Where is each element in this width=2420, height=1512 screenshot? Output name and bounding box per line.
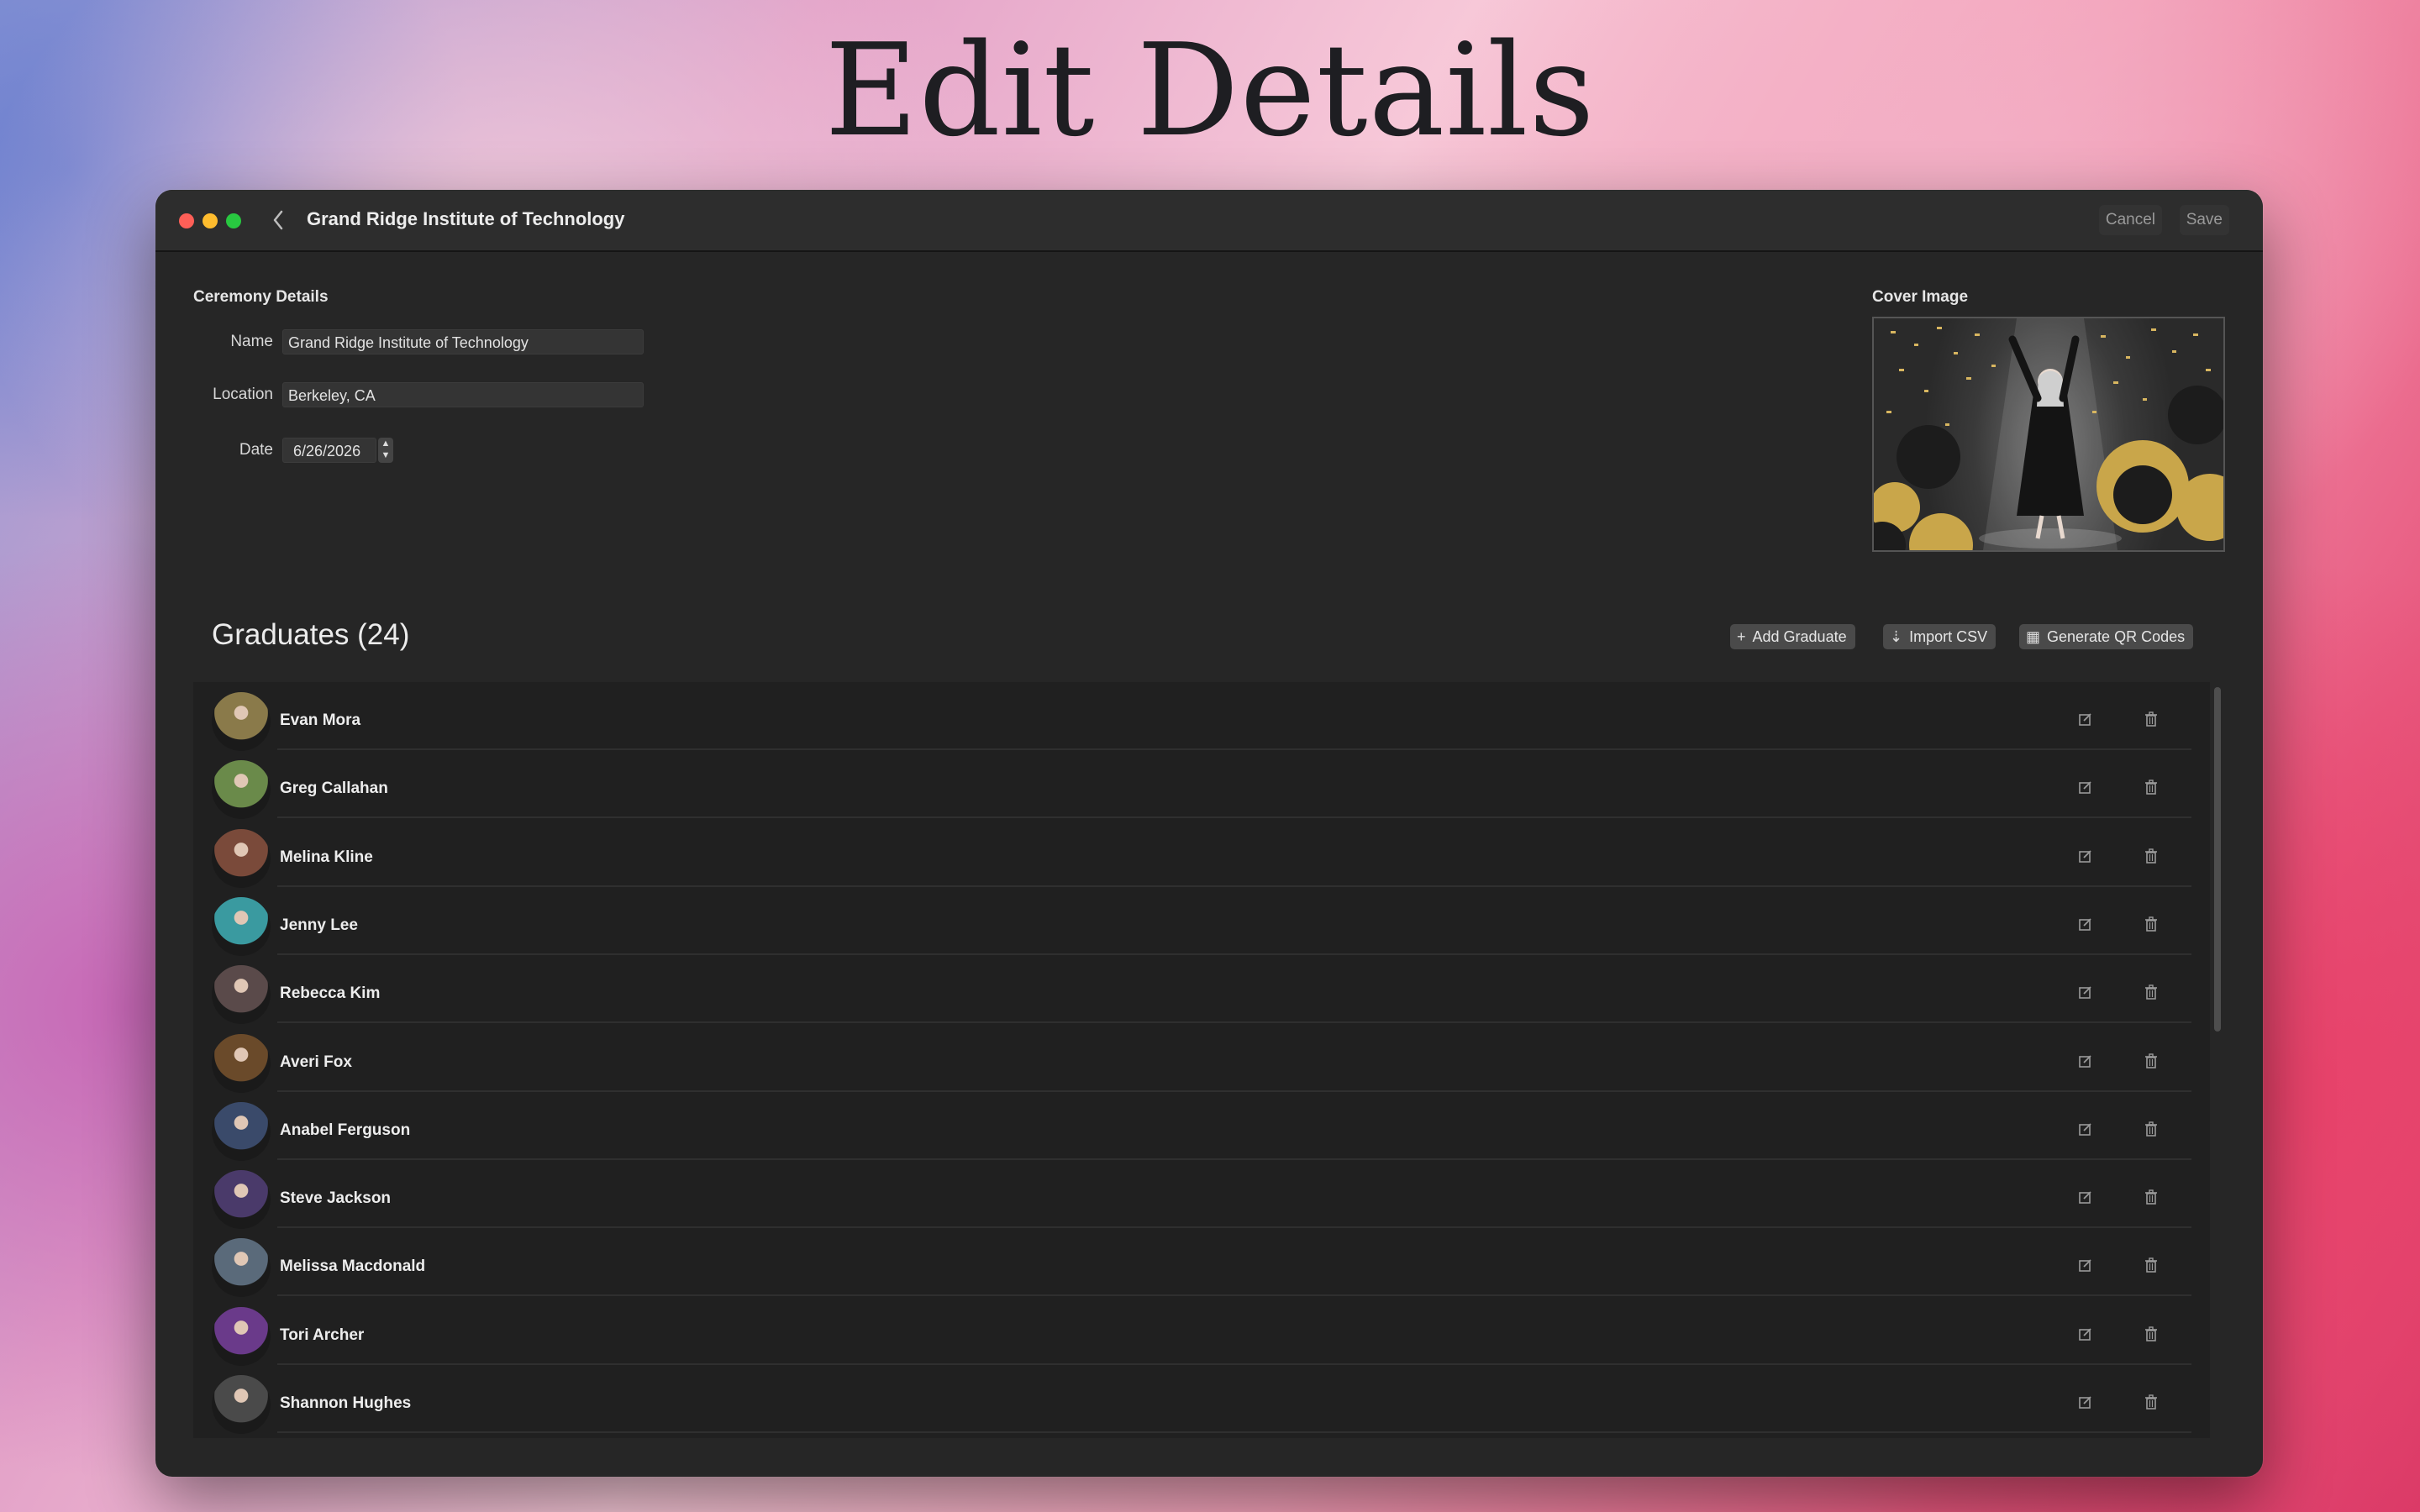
location-field[interactable]: Berkeley, CA [282, 382, 644, 407]
trash-icon[interactable] [2141, 1053, 2161, 1074]
app-window: Grand Ridge Institute of Technology Canc… [155, 190, 2263, 1477]
graduate-name: Shannon Hughes [280, 1394, 412, 1412]
import-csv-label: Import CSV [1909, 628, 1988, 645]
graduate-name: Jenny Lee [280, 916, 358, 934]
edit-icon[interactable] [2075, 779, 2096, 801]
table-row[interactable]: Tori Archer [193, 1297, 2191, 1366]
table-row[interactable]: Evan Mora [193, 682, 2191, 751]
edit-icon[interactable] [2075, 1326, 2096, 1347]
trash-icon[interactable] [2141, 848, 2161, 869]
trash-icon[interactable] [2141, 1326, 2161, 1347]
graduates-list[interactable]: Evan Mora Greg Callahan Melina Kline Jenny … [193, 682, 2210, 1438]
plus-icon: + [1737, 628, 1746, 645]
name-field[interactable]: Grand Ridge Institute of Technology [282, 329, 644, 354]
trash-icon[interactable] [2141, 916, 2161, 937]
edit-icon[interactable] [2075, 1394, 2096, 1415]
graduate-name: Greg Callahan [280, 780, 388, 798]
graduate-name: Rebecca Kim [280, 984, 381, 1003]
graduate-name: Tori Archer [280, 1326, 365, 1344]
scrollbar-thumb[interactable] [2214, 687, 2221, 1032]
close-window-button[interactable] [179, 213, 194, 228]
edit-icon[interactable] [2075, 984, 2096, 1005]
date-field[interactable]: 6/26/2026 [282, 438, 376, 463]
date-label: Date [239, 441, 273, 459]
location-label: Location [213, 386, 273, 403]
edit-icon[interactable] [2075, 848, 2096, 869]
trash-icon[interactable] [2141, 711, 2161, 732]
date-stepper[interactable]: ▲ ▼ [378, 438, 393, 463]
ceremony-details-heading: Ceremony Details [193, 288, 329, 306]
avatar [212, 1170, 271, 1230]
add-graduate-button[interactable]: + Add Graduate [1730, 624, 1855, 649]
generate-qr-codes-label: Generate QR Codes [2047, 628, 2186, 645]
chevron-up-icon[interactable]: ▲ [378, 438, 393, 449]
avatar [212, 1238, 271, 1298]
avatar [212, 965, 271, 1025]
page-heading: Edit Details [824, 16, 1596, 165]
cover-image[interactable] [1872, 317, 2225, 552]
avatar [212, 896, 271, 956]
edit-icon[interactable] [2075, 1189, 2096, 1210]
avatar [212, 1306, 271, 1366]
cover-image-heading: Cover Image [1872, 288, 1969, 306]
table-row[interactable]: Greg Callahan [193, 750, 2191, 820]
table-row[interactable]: Rebecca Kim [193, 955, 2191, 1025]
add-graduate-label: Add Graduate [1752, 628, 1847, 645]
avatar [212, 1101, 271, 1161]
trash-icon[interactable] [2141, 1257, 2161, 1278]
table-row[interactable]: Steve Jackson [193, 1160, 2191, 1230]
qr-code-icon: ▦ [2026, 628, 2041, 645]
table-row[interactable]: Anabel Ferguson [193, 1092, 2191, 1161]
name-label: Name [230, 333, 273, 350]
cancel-button[interactable]: Cancel [2098, 205, 2162, 235]
graduate-name: Melina Kline [280, 848, 373, 866]
table-row[interactable]: Shannon Hughes [193, 1365, 2191, 1434]
graduate-name: Steve Jackson [280, 1189, 392, 1208]
list-scrollbar[interactable] [2212, 687, 2223, 1435]
table-row[interactable]: Melissa Macdonald [193, 1228, 2191, 1298]
avatar [212, 1375, 271, 1434]
trash-icon[interactable] [2141, 1121, 2161, 1142]
table-row[interactable]: Melina Kline [193, 819, 2191, 888]
import-icon: ⇣ [1890, 628, 1903, 645]
trash-icon[interactable] [2141, 779, 2161, 801]
graduation-illustration [1874, 318, 2223, 550]
avatar [212, 1033, 271, 1093]
minimize-window-button[interactable] [203, 213, 218, 228]
title-bar: Grand Ridge Institute of Technology Canc… [155, 190, 2263, 252]
graduate-name: Evan Mora [280, 711, 361, 729]
back-chevron-icon[interactable] [270, 205, 287, 243]
graduates-heading: Graduates (24) [212, 618, 410, 651]
chevron-down-icon[interactable]: ▼ [378, 449, 393, 461]
edit-icon[interactable] [2075, 1121, 2096, 1142]
avatar [212, 760, 271, 820]
zoom-window-button[interactable] [226, 213, 241, 228]
avatar [212, 828, 271, 888]
edit-icon[interactable] [2075, 711, 2096, 732]
save-button[interactable]: Save [2179, 205, 2229, 235]
trash-icon[interactable] [2141, 1189, 2161, 1210]
window-title: Grand Ridge Institute of Technology [307, 208, 625, 229]
avatar [212, 692, 271, 751]
generate-qr-codes-button[interactable]: ▦ Generate QR Codes [2019, 624, 2194, 649]
graduate-name: Melissa Macdonald [280, 1257, 426, 1276]
table-row[interactable]: Averi Fox [193, 1024, 2191, 1093]
graduate-name: Averi Fox [280, 1053, 352, 1071]
table-row[interactable]: Jenny Lee [193, 887, 2191, 956]
trash-icon[interactable] [2141, 984, 2161, 1005]
row-divider [277, 1431, 2191, 1433]
edit-icon[interactable] [2075, 916, 2096, 937]
import-csv-button[interactable]: ⇣ Import CSV [1883, 624, 1996, 649]
graduate-name: Anabel Ferguson [280, 1121, 411, 1139]
edit-icon[interactable] [2075, 1053, 2096, 1074]
edit-icon[interactable] [2075, 1257, 2096, 1278]
trash-icon[interactable] [2141, 1394, 2161, 1415]
